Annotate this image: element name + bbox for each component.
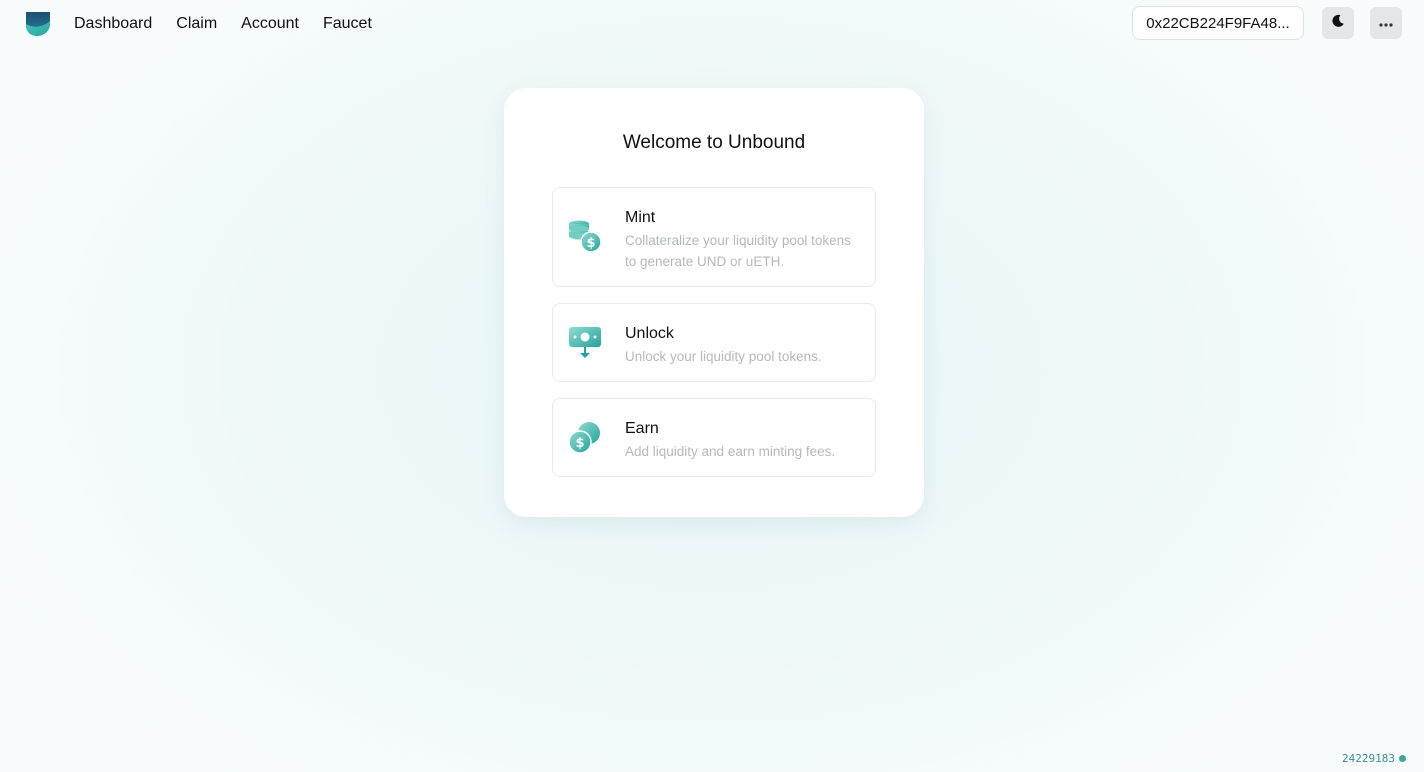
unlock-option-description: Unlock your liquidity pool tokens. <box>625 349 822 364</box>
nav-faucet-link[interactable]: Faucet <box>323 14 372 34</box>
earn-coins-icon: $ <box>567 420 603 456</box>
block-number-text: 24229183 <box>1342 752 1395 765</box>
connection-status-dot <box>1399 755 1406 762</box>
earn-option-description: Add liquidity and earn minting fees. <box>625 444 836 459</box>
mint-option-text: Mint Collateralize your liquidity pool t… <box>625 208 865 272</box>
wallet-address-button[interactable]: 0x22CB224F9FA48... <box>1132 6 1304 40</box>
main-nav: Dashboard Claim Account Faucet <box>74 14 372 34</box>
mint-option-title: Mint <box>625 209 656 226</box>
top-navigation-bar: Dashboard Claim Account Faucet 0x22CB224… <box>0 0 1424 48</box>
svg-text:$: $ <box>575 436 584 451</box>
svg-text:$: $ <box>586 236 595 251</box>
welcome-title: Welcome to Unbound <box>622 132 806 153</box>
more-horizontal-icon <box>1379 14 1393 32</box>
nav-dashboard-link[interactable]: Dashboard <box>74 14 152 34</box>
unlock-cash-icon <box>567 325 603 361</box>
unlock-option-text: Unlock Unlock your liquidity pool tokens… <box>625 324 865 367</box>
unbound-logo-icon[interactable] <box>24 10 52 38</box>
earn-option-title: Earn <box>625 420 659 437</box>
earn-option[interactable]: $ Earn Add liquidity and earn minting fe… <box>552 398 876 477</box>
moon-icon <box>1331 14 1345 33</box>
coins-dollar-icon: $ <box>567 218 603 254</box>
more-options-button[interactable] <box>1370 7 1402 39</box>
mint-option-description: Collateralize your liquidity pool tokens… <box>625 233 851 269</box>
unlock-option-title: Unlock <box>625 325 674 342</box>
welcome-card: Welcome to Unbound $ Mint Collateralize … <box>504 88 924 517</box>
block-number-indicator: 24229183 <box>1342 752 1406 765</box>
unlock-option[interactable]: Unlock Unlock your liquidity pool tokens… <box>552 303 876 382</box>
theme-toggle-button[interactable] <box>1322 7 1354 39</box>
earn-option-text: Earn Add liquidity and earn minting fees… <box>625 419 865 462</box>
mint-option[interactable]: $ Mint Collateralize your liquidity pool… <box>552 187 876 287</box>
nav-claim-link[interactable]: Claim <box>176 14 217 34</box>
nav-account-link[interactable]: Account <box>241 14 299 34</box>
